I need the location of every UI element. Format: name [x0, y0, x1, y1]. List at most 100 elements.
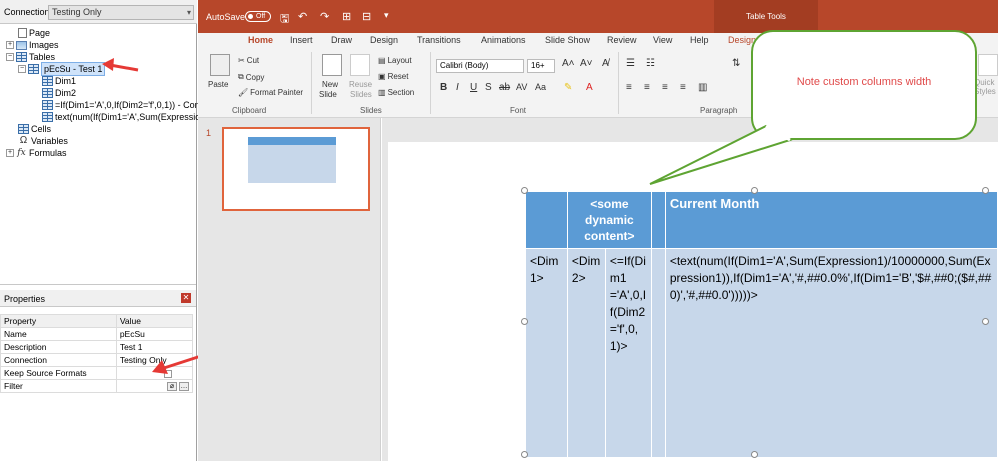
cut-button[interactable]: ✂ Cut [238, 56, 259, 65]
resize-handle[interactable] [521, 451, 528, 458]
header-cell-dynamic[interactable]: <some dynamic content> [566, 191, 652, 249]
more-icon[interactable]: ▾ [384, 10, 389, 21]
autosave-label: AutoSave [206, 12, 246, 22]
header-cell[interactable] [525, 191, 568, 249]
highlight-icon[interactable]: ✎ [564, 82, 572, 93]
cell-dim1[interactable]: <Dim1> [525, 248, 568, 458]
grow-font-icon[interactable]: A˄ [562, 58, 575, 69]
format-painter-button[interactable]: 🖌 Format Painter [238, 88, 303, 97]
redo-icon[interactable]: ↷ [320, 10, 329, 23]
font-group-label: Font [510, 106, 527, 115]
cell-condition[interactable]: <=If(Dim1='A',0,If(Dim2='f',0,1)> [604, 248, 652, 458]
slide-thumbnail[interactable] [222, 127, 370, 211]
expand-icon[interactable]: + [6, 149, 14, 157]
tab-animations[interactable]: Animations [481, 35, 526, 45]
char-spacing-icon[interactable]: AV [516, 82, 527, 92]
table-icon [28, 64, 39, 74]
italic-icon[interactable]: I [456, 82, 459, 93]
filter-cell[interactable]: ⌀ … [115, 379, 194, 393]
save-icon[interactable]: 🖫 [280, 10, 289, 29]
shrink-font-icon[interactable]: A˅ [580, 58, 593, 69]
connection-select[interactable]: Testing Only ▾ [48, 5, 194, 20]
bold-icon[interactable]: B [440, 82, 447, 93]
header-cell[interactable] [650, 191, 666, 249]
tab-help[interactable]: Help [690, 35, 709, 45]
layout-button[interactable]: ▤ Layout [378, 56, 412, 65]
tab-view[interactable]: View [653, 35, 672, 45]
slides-group-label: Slides [360, 106, 382, 115]
cell-expression[interactable]: <text(num(If(Dim1='A',Sum(Expression1)/1… [664, 248, 998, 458]
tree-item-dim2[interactable]: Dim2 [42, 87, 76, 99]
tab-draw[interactable]: Draw [331, 35, 352, 45]
tab-transitions[interactable]: Transitions [417, 35, 461, 45]
resize-handle[interactable] [751, 451, 758, 458]
collapse-icon[interactable]: − [18, 65, 26, 73]
paste-button[interactable]: Paste [208, 80, 228, 89]
tree-item-formulas[interactable]: + fx Formulas [6, 147, 67, 159]
tree-item-label: text(num(If(Dim1='A',Sum(Expression [55, 112, 206, 122]
text-direction-icon[interactable]: ⇅ [732, 58, 740, 69]
new-slide-icon[interactable] [322, 54, 342, 76]
clear-format-icon[interactable]: A̸ [602, 58, 609, 69]
shadow-icon[interactable]: S [485, 82, 492, 93]
resize-handle[interactable] [982, 318, 989, 325]
collapse-icon[interactable]: − [6, 53, 14, 61]
strikethrough-icon[interactable]: ab [499, 82, 510, 93]
font-size-select[interactable]: 16+ [527, 59, 555, 73]
quick-styles-button[interactable]: Quick Styles [974, 78, 998, 96]
tree-item-page[interactable]: Page [18, 27, 50, 39]
cell-dim2[interactable]: <Dim2> [566, 248, 606, 458]
reuse-slides-button[interactable]: Reuse [349, 80, 372, 89]
bullets-icon[interactable]: ☰ [626, 58, 635, 69]
tree-item-dim1[interactable]: Dim1 [42, 75, 76, 87]
underline-icon[interactable]: U [470, 82, 477, 93]
tab-home[interactable]: Home [248, 35, 274, 50]
filter-buttons: ⌀ … [167, 381, 189, 391]
tab-insert[interactable]: Insert [290, 35, 313, 45]
expand-icon[interactable]: + [6, 41, 14, 49]
font-name-select[interactable]: Calibri (Body) [436, 59, 524, 73]
tree-item-images[interactable]: + Images [6, 39, 59, 51]
align-center-icon[interactable]: ≡ [644, 82, 650, 93]
property-row[interactable]: Filter ⌀ … [0, 379, 194, 393]
slide-table[interactable]: <some dynamic content> Current Month <Di… [525, 191, 998, 458]
resize-handle[interactable] [521, 318, 528, 325]
justify-icon[interactable]: ≡ [680, 82, 686, 93]
tree-item-expr2[interactable]: text(num(If(Dim1='A',Sum(Expression [42, 111, 205, 123]
ellipsis-icon[interactable]: … [179, 381, 189, 391]
slide-number: 1 [206, 128, 212, 138]
align-right-icon[interactable]: ≡ [662, 82, 668, 93]
brush-icon: 🖌 [238, 88, 249, 97]
cell-empty[interactable] [650, 248, 666, 458]
tab-design[interactable]: Design [370, 35, 398, 45]
copy-button[interactable]: ⧉ Copy [238, 72, 264, 82]
autosave-toggle[interactable]: Off [245, 11, 271, 22]
undo-icon[interactable]: ↶ [298, 10, 307, 23]
tab-slide-show[interactable]: Slide Show [545, 35, 590, 45]
new-slide-button[interactable]: New [322, 80, 338, 89]
tree-item-variables[interactable]: Ω Variables [18, 135, 68, 147]
tree-item-expr1[interactable]: =If(Dim1='A',0,If(Dim2='f',0,1)) - Cond [42, 99, 205, 111]
customize-icon[interactable]: ⊟ [362, 10, 371, 23]
tree-item-selected-table[interactable]: − pEcSu - Test 1 [18, 62, 106, 76]
close-icon[interactable]: ✕ [181, 293, 191, 303]
numbering-icon[interactable]: ☷ [646, 58, 655, 69]
clear-filter-icon[interactable]: ⌀ [167, 381, 177, 391]
reuse-slides-icon[interactable] [350, 54, 370, 76]
paste-icon[interactable] [210, 54, 230, 76]
resize-handle[interactable] [982, 187, 989, 194]
align-left-icon[interactable]: ≡ [626, 82, 632, 93]
present-icon[interactable]: ⊞ [342, 10, 351, 23]
resize-handle[interactable] [521, 187, 528, 194]
reuse-slides-label: Slides [350, 90, 372, 99]
reset-button[interactable]: ▣ Reset [378, 72, 408, 81]
change-case-icon[interactable]: Aa [535, 82, 546, 92]
resize-handle[interactable] [751, 187, 758, 194]
tab-review[interactable]: Review [607, 35, 637, 45]
columns-icon[interactable]: ▥ [698, 82, 707, 93]
tree-item-cells[interactable]: Cells [18, 123, 51, 135]
font-color-icon[interactable]: A [586, 82, 593, 93]
header-cell-current-month[interactable]: Current Month [664, 191, 998, 249]
quick-styles-icon[interactable] [978, 54, 998, 76]
section-button[interactable]: ▥ Section [378, 88, 414, 97]
